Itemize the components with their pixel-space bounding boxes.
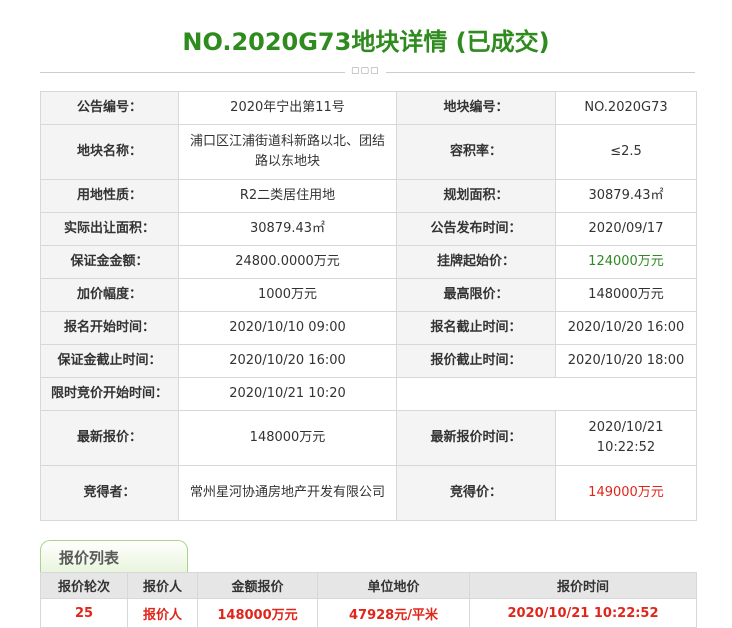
- start-price-label: 挂牌起始价：: [396, 245, 556, 279]
- notice-no-value: 2020年宁出第11号: [178, 91, 397, 125]
- deposit-label: 保证金金额：: [40, 245, 179, 279]
- quote-end-label: 报价截止时间：: [396, 344, 556, 378]
- latest-quote-value: 148000万元: [178, 410, 397, 466]
- limited-bid-start-label: 限时竞价开始时间：: [40, 377, 179, 411]
- bid-header-unit-price: 单位地价: [317, 572, 470, 599]
- announce-time-label: 公告发布时间：: [396, 212, 556, 246]
- quote-end-value: 2020/10/20 18:00: [555, 344, 697, 378]
- bid-amount: 148000万元: [197, 598, 318, 628]
- announce-time-value: 2020/09/17: [555, 212, 697, 246]
- latest-quote-time-value: 2020/10/21 10:22:52: [555, 410, 697, 466]
- bid-time: 2020/10/21 10:22:52: [469, 598, 697, 628]
- far-value: ≤2.5: [555, 124, 697, 180]
- deposit-end-label: 保证金截止时间：: [40, 344, 179, 378]
- page-title: NO.2020G73地块详情 (已成交): [182, 28, 550, 56]
- planned-area-label: 规划面积：: [396, 179, 556, 213]
- start-price-value: 124000万元: [555, 245, 697, 279]
- reg-start-value: 2020/10/10 09:00: [178, 311, 397, 345]
- actual-area-value: 30879.43㎡: [178, 212, 397, 246]
- far-label: 容积率：: [396, 124, 556, 180]
- actual-area-label: 实际出让面积：: [40, 212, 179, 246]
- bid-list-tab-bar: 报价列表: [40, 540, 696, 573]
- land-use-value: R2二类居住用地: [178, 179, 397, 213]
- plot-detail-table: 公告编号： 2020年宁出第11号 地块编号： NO.2020G73 地块名称：…: [40, 91, 697, 521]
- deposit-value: 24800.0000万元: [178, 245, 397, 279]
- tab-bid-list-label: 报价列表: [59, 549, 120, 567]
- bid-unit-price: 47928元/平米: [317, 598, 470, 628]
- increment-value: 1000万元: [178, 278, 397, 312]
- table-row: 25 报价人 148000万元 47928元/平米 2020/10/21 10:…: [40, 598, 697, 628]
- latest-quote-time-label: 最新报价时间：: [396, 410, 556, 466]
- bid-header-round: 报价轮次: [40, 572, 128, 599]
- increment-label: 加价幅度：: [40, 278, 179, 312]
- deposit-end-value: 2020/10/20 16:00: [178, 344, 397, 378]
- winning-price-value: 149000万元: [555, 465, 697, 521]
- plot-name-label: 地块名称：: [40, 124, 179, 180]
- reg-end-value: 2020/10/20 16:00: [555, 311, 697, 345]
- winner-value: 常州星河协通房地产开发有限公司: [178, 465, 397, 521]
- plot-name-value: 浦口区江浦街道科新路以北、团结路以东地块: [178, 124, 397, 180]
- bid-bidder: 报价人: [127, 598, 198, 628]
- planned-area-value: 30879.43㎡: [555, 179, 697, 213]
- max-price-label: 最高限价：: [396, 278, 556, 312]
- plot-no-value: NO.2020G73: [555, 91, 697, 125]
- land-use-label: 用地性质：: [40, 179, 179, 213]
- bid-round: 25: [40, 598, 128, 628]
- winning-price-label: 竞得价：: [396, 465, 556, 521]
- bid-header-amount: 金额报价: [197, 572, 318, 599]
- limited-bid-start-value: 2020/10/21 10:20: [178, 377, 397, 411]
- reg-start-label: 报名开始时间：: [40, 311, 179, 345]
- bid-header-bidder: 报价人: [127, 572, 198, 599]
- plot-no-label: 地块编号：: [396, 91, 556, 125]
- tab-bid-list[interactable]: 报价列表: [40, 540, 188, 573]
- winner-label: 竞得者：: [40, 465, 179, 521]
- empty-cell: [396, 377, 697, 411]
- bid-header-time: 报价时间: [469, 572, 697, 599]
- max-price-value: 148000万元: [555, 278, 697, 312]
- latest-quote-label: 最新报价：: [40, 410, 179, 466]
- divider-ornament: ▢▢▢: [345, 66, 386, 76]
- bid-list-table: 报价轮次 报价人 金额报价 单位地价 报价时间 25 报价人 148000万元 …: [40, 572, 697, 628]
- notice-no-label: 公告编号：: [40, 91, 179, 125]
- reg-end-label: 报名截止时间：: [396, 311, 556, 345]
